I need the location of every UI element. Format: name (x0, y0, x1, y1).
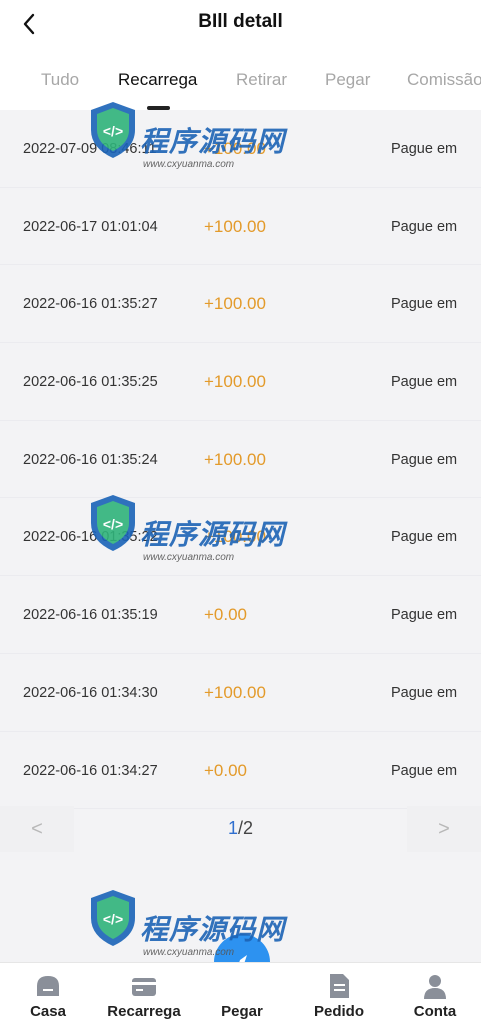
watermark-logo-icon: </> (91, 890, 135, 946)
record-date: 2022-06-16 01:35:24 (23, 451, 158, 468)
watermark-logo-icon: </> (91, 102, 135, 158)
record-status: Pague em (391, 218, 458, 235)
tabbar-label: Pegar (221, 1003, 263, 1020)
tab-pegar[interactable]: Pegar (325, 70, 370, 90)
list-item[interactable]: 2022-06-16 01:35:27 +100.00 Pague em (0, 265, 481, 344)
record-status: Pague em (391, 684, 458, 701)
tab-recarrega[interactable]: Recarrega (118, 70, 197, 90)
pagination: < 1/2 > (0, 806, 481, 852)
record-amount: +100.00 (204, 682, 266, 702)
list-item[interactable]: 2022-06-16 01:34:30 +100.00 Pague em (0, 654, 481, 732)
next-page-button[interactable]: > (407, 806, 481, 852)
page-title: BIll detall (198, 11, 283, 32)
watermark-logo-icon: </> (91, 495, 135, 551)
record-date: 2022-06-16 01:35:19 (23, 607, 158, 624)
record-status: Pague em (391, 607, 458, 624)
record-date: 2022-06-16 01:34:27 (23, 762, 158, 779)
watermark-text: 程序源码网 (140, 126, 286, 157)
record-status: Pague em (391, 374, 458, 391)
record-status: Pague em (391, 451, 458, 468)
record-amount: +100.00 (204, 216, 266, 236)
watermark-text: 程序源码网 (140, 914, 286, 945)
record-amount: +100.00 (204, 449, 266, 469)
watermark: </> 程序源码网 www.cxyuanma.com (85, 485, 295, 577)
tabbar-label: Pedido (313, 1003, 364, 1020)
tabbar-item-pegar[interactable]: Pegar (197, 963, 287, 1024)
tab-tudo[interactable]: Tudo (41, 70, 79, 90)
record-amount: +0.00 (204, 760, 248, 780)
svg-text:</>: </> (103, 516, 123, 532)
record-status: Pague em (391, 141, 458, 157)
bill-list: 2022-07-09 08:46:11 +100.00 Pague em 202… (0, 110, 481, 810)
tab-comissao[interactable]: Comissão (407, 70, 481, 90)
user-icon (424, 975, 446, 999)
wallet-icon (132, 978, 156, 996)
document-icon (330, 974, 349, 998)
list-item[interactable]: 2022-06-16 01:35:19 +0.00 Pague em (0, 576, 481, 654)
watermark-url: www.cxyuanma.com (143, 947, 235, 958)
record-status: Pague em (391, 529, 458, 546)
record-date: 2022-06-16 01:35:25 (23, 374, 158, 391)
list-item[interactable]: 2022-06-16 01:34:27 +0.00 Pague em (0, 732, 481, 810)
watermark-url: www.cxyuanma.com (143, 159, 235, 170)
list-item[interactable]: 2022-06-17 01:01:04 +100.00 Pague em (0, 188, 481, 266)
record-amount: +100.00 (204, 372, 266, 392)
record-date: 2022-06-16 01:34:30 (23, 684, 158, 701)
tabbar-item-casa[interactable]: Casa (3, 963, 93, 1024)
svg-text:</>: </> (103, 911, 123, 927)
record-date: 2022-06-16 01:35:27 (23, 296, 158, 313)
list-item[interactable]: 2022-06-16 01:35:25 +100.00 Pague em (0, 343, 481, 421)
record-status: Pague em (391, 296, 458, 313)
record-amount: +0.00 (204, 605, 248, 625)
tabbar-label: Conta (413, 1003, 457, 1020)
svg-text:</>: </> (103, 123, 123, 139)
current-page: 1 (227, 818, 238, 838)
home-icon (37, 976, 59, 996)
tabbar-item-recarrega[interactable]: Recarrega (99, 963, 189, 1024)
tabbar-item-conta[interactable]: Conta (390, 963, 480, 1024)
bottom-tab-bar: Casa Recarrega Pegar Pedido Conta (0, 962, 481, 1024)
tabbar-label: Recarrega (107, 1003, 181, 1020)
tabbar-item-pedido[interactable]: Pedido (294, 963, 384, 1024)
tab-retirar[interactable]: Retirar (236, 70, 287, 90)
watermark: </> 程序源码网 www.cxyuanma.com (85, 92, 295, 184)
record-status: Pague em (391, 762, 458, 779)
watermark: </> 程序源码网 www.cxyuanma.com (85, 880, 295, 972)
tabbar-label: Casa (30, 1003, 66, 1020)
record-amount: +100.00 (204, 294, 266, 314)
record-date: 2022-06-17 01:01:04 (23, 218, 158, 235)
watermark-text: 程序源码网 (140, 519, 286, 550)
total-pages: /2 (238, 818, 254, 838)
watermark-url: www.cxyuanma.com (143, 552, 235, 563)
